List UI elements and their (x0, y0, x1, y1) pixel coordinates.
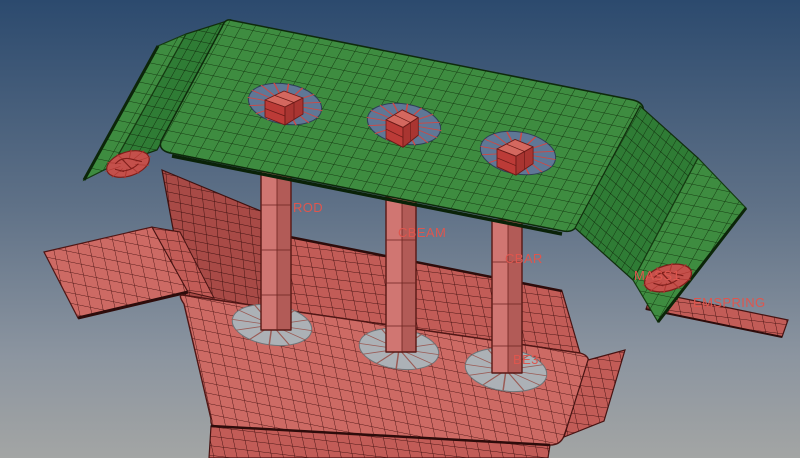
label-mass1: MASS1 (634, 268, 680, 283)
label-cbar: CBAR (505, 251, 543, 266)
fea-mesh-scene[interactable]: ROD CBEAM CBAR MASS1 EMSPRING BE3 (0, 0, 800, 458)
label-emspring: EMSPRING (693, 295, 766, 310)
bolt-column-3[interactable] (491, 219, 523, 374)
label-rbe3: BE3 (513, 352, 539, 367)
cae-model-viewport[interactable]: ROD CBEAM CBAR MASS1 EMSPRING BE3 (0, 0, 800, 458)
label-rod: ROD (293, 200, 323, 215)
label-cbeam: CBEAM (398, 225, 446, 240)
bolt-column-1[interactable] (260, 159, 292, 331)
bolt-column-2[interactable] (385, 196, 417, 353)
